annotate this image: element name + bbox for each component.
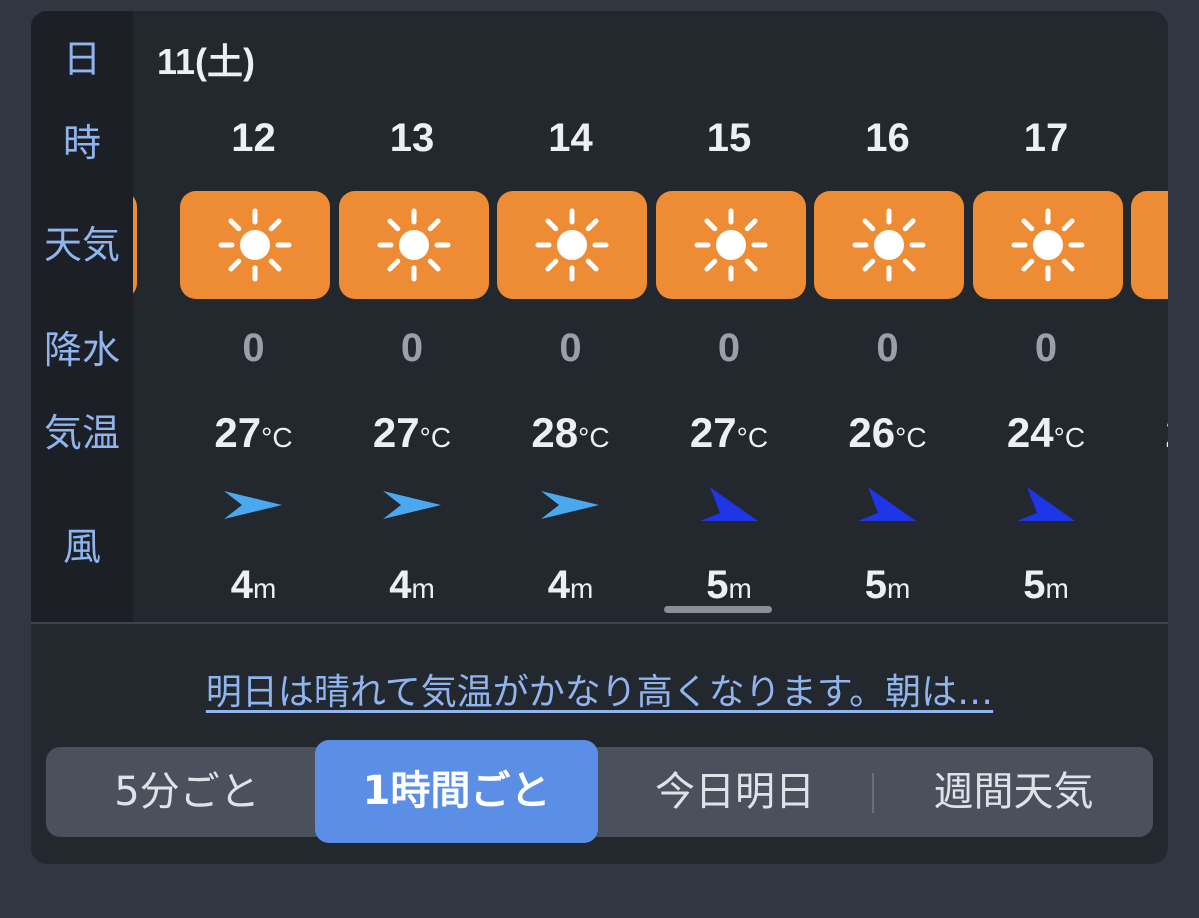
hour-label: 15	[706, 116, 752, 160]
precip-value: 0	[1034, 326, 1058, 370]
temperature-unit: °C	[1053, 422, 1086, 453]
wind-speed-value: 4	[389, 563, 412, 607]
wind-speed-value: 5	[864, 563, 887, 607]
precip-value: 0	[717, 326, 741, 370]
temperature-unit: °C	[419, 422, 452, 453]
hourly-forecast-card: 日 時 天気 降水 気温 風 11(土) 12 0 27°C 4m 13 0 27°C 4m 1…	[31, 11, 1168, 864]
wind-speed: 5m	[967, 563, 1126, 608]
precip-row-label: 降水	[43, 328, 120, 372]
weather-tile	[338, 191, 489, 299]
wind-speed-unit: m	[411, 573, 435, 604]
weather-tile	[1131, 191, 1168, 299]
wind-speed-value: 4	[547, 563, 570, 607]
temperature-unit: °C	[895, 422, 927, 453]
wind-direction-arrow-icon	[1016, 487, 1075, 521]
temperature-unit: °C	[736, 422, 769, 453]
weather-tile	[655, 191, 806, 299]
wind-speed-unit: m	[728, 573, 752, 604]
hour-label: 17	[1023, 116, 1069, 160]
temperature-value: 28	[531, 409, 579, 456]
weather-row-label: 天気	[43, 223, 120, 267]
temperature-value: 22	[1165, 409, 1168, 456]
wind-direction-arrow-icon	[699, 487, 758, 521]
precip-value: 0	[876, 326, 899, 370]
wind-speed: 4m	[491, 563, 650, 608]
hour-column: 14 0 28°C 4m	[491, 11, 650, 622]
sunny-icon	[852, 208, 926, 282]
tab-hourly[interactable]: 1時間ごと	[315, 740, 598, 843]
hour-column: 13 0 27°C 4m	[333, 11, 492, 622]
temperature: 27°C	[333, 409, 492, 457]
precip-value: 0	[1125, 326, 1168, 371]
hour-column: 16 0 26°C 5m	[808, 11, 967, 622]
forecast-summary-link[interactable]: 明日は晴れて気温がかなり高くなります。朝は…	[31, 663, 1168, 715]
hour-column: 18 0 22°C 5m	[1125, 11, 1168, 622]
hour-label: 13	[389, 116, 435, 160]
wind-speed: 5m	[808, 563, 967, 608]
sunny-icon	[1166, 205, 1168, 285]
hour-row-label: 時	[62, 121, 101, 165]
precip-value: 0	[400, 326, 424, 370]
wind-speed-unit: m	[1045, 573, 1069, 604]
wind-speed: 4m	[333, 563, 492, 608]
previous-weather-tile	[133, 191, 137, 299]
sunny-icon	[1011, 208, 1084, 282]
wind-row-label: 風	[62, 525, 101, 569]
wind-speed-unit: m	[886, 573, 911, 604]
temperature-value: 27	[214, 409, 262, 456]
precip-value: 0	[242, 326, 265, 370]
temperature: 24°C	[967, 409, 1126, 457]
wind-direction-arrow-icon	[858, 487, 916, 521]
scroll-indicator[interactable]	[664, 606, 772, 613]
hour-label: 14	[548, 116, 593, 160]
wind-speed: 4m	[174, 563, 333, 608]
sunny-icon	[535, 208, 609, 282]
view-segmented-control: 5分ごと 今日明日 週間天気 1時間ごと	[46, 740, 1153, 843]
temperature-value: 27	[372, 409, 420, 456]
temp-row-label: 気温	[43, 411, 120, 455]
temperature: 27°C	[650, 409, 809, 457]
hour-column: 17 0 24°C 5m	[967, 11, 1126, 622]
hour-label: 12	[231, 116, 276, 160]
weather-tile	[497, 191, 647, 299]
wind-speed-unit: m	[252, 573, 277, 604]
tab-weekly[interactable]: 週間天気	[874, 747, 1153, 837]
divider	[31, 622, 1168, 624]
temperature: 22°C	[1125, 409, 1168, 457]
temperature-value: 26	[848, 409, 896, 456]
weather-tile	[972, 191, 1123, 299]
date-row-label: 日	[62, 37, 101, 81]
wind-speed-value: 4	[230, 563, 253, 607]
wind-direction-arrow-icon	[541, 491, 599, 519]
row-label-column: 日 時 天気 降水 気温 風	[31, 11, 133, 622]
temperature: 26°C	[808, 409, 967, 457]
temperature-value: 24	[1006, 409, 1054, 456]
wind-speed-value: 5	[706, 563, 729, 607]
weather-tile	[814, 191, 964, 299]
sunny-icon	[694, 208, 767, 282]
hour-column: 15 0 27°C 5m	[650, 11, 809, 622]
temperature-value: 27	[689, 409, 737, 456]
wind-speed: 5m	[1125, 563, 1168, 608]
tab-today-tomorrow[interactable]: 今日明日	[598, 747, 872, 837]
temperature-unit: °C	[578, 422, 610, 453]
wind-direction-arrow-icon	[224, 491, 282, 519]
hour-column: 12 0 27°C 4m	[174, 11, 333, 622]
wind-speed: 5m	[650, 563, 809, 608]
weather-tile	[180, 191, 330, 299]
tab-5min[interactable]: 5分ごと	[46, 747, 328, 837]
sunny-icon	[218, 208, 292, 282]
wind-speed-unit: m	[569, 573, 594, 604]
hour-label: 18	[1125, 116, 1168, 161]
temperature: 28°C	[491, 409, 650, 457]
hourly-grid[interactable]: 11(土) 12 0 27°C 4m 13 0 27°C 4m 14 0 28°C 4m 15 0 27°C…	[133, 11, 1168, 622]
temperature-unit: °C	[261, 422, 293, 453]
wind-direction-arrow-icon	[382, 491, 441, 519]
hour-label: 16	[865, 116, 910, 160]
wind-speed-value: 5	[1023, 563, 1046, 607]
sunny-icon	[377, 208, 450, 282]
temperature: 27°C	[174, 409, 333, 457]
precip-value: 0	[559, 326, 582, 370]
